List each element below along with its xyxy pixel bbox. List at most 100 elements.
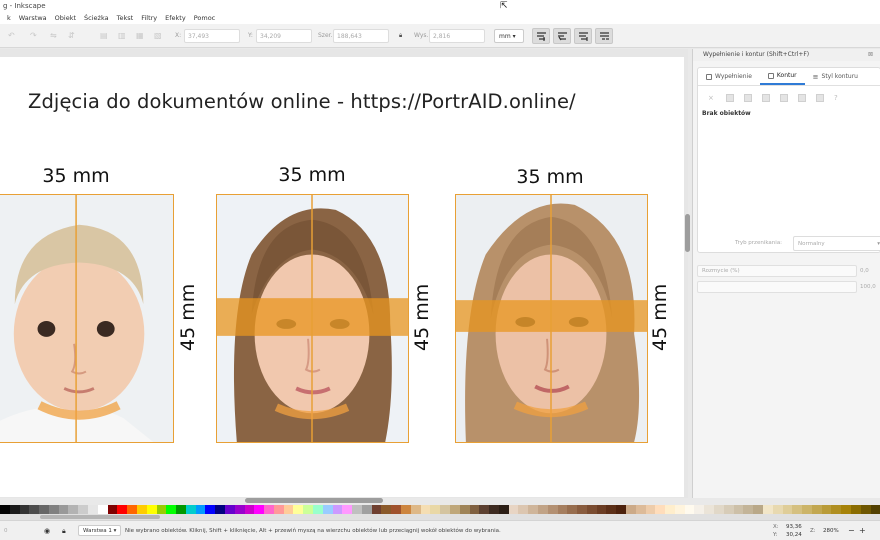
palette-swatch[interactable]	[821, 505, 832, 514]
palette-swatch[interactable]	[674, 505, 685, 514]
palette-swatch[interactable]	[58, 505, 69, 514]
palette-swatch[interactable]	[107, 505, 118, 514]
flip-horizontal-icon[interactable]: ⇋	[50, 29, 57, 43]
horizontal-scrollbar[interactable]	[245, 498, 383, 503]
palette-swatch[interactable]	[127, 505, 137, 514]
menu-item-text[interactable]: Tekst	[113, 13, 138, 24]
palette-swatch[interactable]	[0, 505, 10, 514]
photo-1-width-label[interactable]: 35 mm	[30, 165, 122, 187]
palette-swatch[interactable]	[772, 505, 783, 514]
palette-swatch[interactable]	[586, 505, 597, 514]
palette-swatch[interactable]	[224, 505, 235, 514]
width-field[interactable]: 188,643	[333, 29, 389, 43]
menu-item-layer[interactable]: Warstwa	[15, 13, 51, 24]
blend-mode-select[interactable]: Normalny ▾	[793, 236, 880, 251]
menu-item-path[interactable]: Ścieżka	[80, 13, 113, 24]
palette-swatch[interactable]	[254, 505, 265, 514]
palette-swatch[interactable]	[371, 505, 382, 514]
palette-swatch[interactable]	[381, 505, 392, 514]
scale-stroke-toggle[interactable]	[532, 28, 550, 44]
palette-swatch[interactable]	[97, 505, 108, 514]
unset-paint-icon[interactable]: ?	[834, 94, 842, 102]
palette-swatch[interactable]	[19, 505, 30, 514]
palette-swatch[interactable]	[508, 505, 519, 514]
palette-swatch[interactable]	[479, 505, 490, 514]
move-patterns-toggle[interactable]	[595, 28, 613, 44]
palette-swatch[interactable]	[792, 505, 803, 514]
palette-swatch[interactable]	[557, 505, 568, 514]
tab-stroke-paint[interactable]: Kontur	[759, 68, 805, 85]
palette-swatch[interactable]	[166, 505, 177, 514]
palette-swatch[interactable]	[498, 505, 509, 514]
height-field[interactable]: 2,816	[429, 29, 485, 43]
menu-item-object[interactable]: Obiekt	[51, 13, 80, 24]
photo-2-girl[interactable]	[216, 194, 409, 443]
raise-icon[interactable]: ▥	[118, 29, 126, 43]
palette-swatch[interactable]	[342, 505, 353, 514]
palette-swatch[interactable]	[489, 505, 499, 514]
flip-vertical-icon[interactable]: ⇵	[68, 29, 75, 43]
palette-swatch[interactable]	[68, 505, 79, 514]
rotate-cw-icon[interactable]: ↷	[30, 29, 37, 43]
palette-swatch[interactable]	[831, 505, 842, 514]
palette-swatch[interactable]	[860, 505, 871, 514]
palette-swatch[interactable]	[303, 505, 313, 514]
palette-swatch[interactable]	[518, 505, 529, 514]
menu-item-extensions[interactable]: Efekty	[161, 13, 190, 24]
swatch-button[interactable]	[816, 94, 824, 102]
lower-to-bottom-icon[interactable]: ▧	[154, 29, 162, 43]
palette-swatch[interactable]	[537, 505, 548, 514]
palette-swatch[interactable]	[176, 505, 186, 514]
unit-select[interactable]: mm ▾	[494, 29, 524, 43]
blur-value[interactable]: 0,0	[860, 265, 869, 277]
palette-swatch[interactable]	[802, 505, 812, 514]
tab-stroke-style[interactable]: ≡ Styl konturu	[805, 68, 866, 85]
tab-fill[interactable]: Wypełnienie	[698, 68, 760, 85]
eye-icon[interactable]: ◉	[44, 521, 50, 540]
palette-swatch[interactable]	[205, 505, 216, 514]
palette-swatch[interactable]	[352, 505, 362, 514]
palette-swatch[interactable]	[547, 505, 558, 514]
palette-swatch[interactable]	[293, 505, 304, 514]
palette-swatch[interactable]	[596, 505, 607, 514]
palette-swatch[interactable]	[762, 505, 773, 514]
palette-swatch[interactable]	[195, 505, 206, 514]
rotate-ccw-icon[interactable]: ↶	[8, 29, 15, 43]
raise-to-top-icon[interactable]: ▤	[100, 29, 108, 43]
palette-swatch[interactable]	[841, 505, 851, 514]
palette-swatch[interactable]	[136, 505, 147, 514]
close-icon[interactable]: ⊠	[868, 49, 873, 61]
photo-3-height-label[interactable]: 45 mm	[649, 284, 671, 351]
palette-swatch[interactable]	[29, 505, 40, 514]
palette-swatch[interactable]	[244, 505, 255, 514]
x-field[interactable]: 37,493	[184, 29, 240, 43]
palette-swatch[interactable]	[704, 505, 715, 514]
palette-swatch[interactable]	[616, 505, 626, 514]
palette-swatch[interactable]	[322, 505, 333, 514]
lock-layer-icon[interactable]: 🔒︎	[62, 521, 66, 540]
palette-swatch[interactable]	[743, 505, 754, 514]
palette-swatch[interactable]	[146, 505, 157, 514]
palette-swatch[interactable]	[401, 505, 411, 514]
scale-corners-toggle[interactable]	[553, 28, 571, 44]
palette-swatch[interactable]	[117, 505, 128, 514]
palette-swatch[interactable]	[723, 505, 734, 514]
photo-3-width-label[interactable]: 35 mm	[504, 166, 596, 188]
zoom-value[interactable]: 280%	[823, 521, 839, 540]
palette-swatch[interactable]	[410, 505, 421, 514]
mesh-gradient-button[interactable]	[780, 94, 788, 102]
photo-2-width-label[interactable]: 35 mm	[266, 164, 358, 186]
palette-swatch[interactable]	[156, 505, 167, 514]
radial-gradient-button[interactable]	[762, 94, 770, 102]
photo-1-height-label[interactable]: 45 mm	[177, 284, 199, 351]
blur-slider[interactable]: Rozmycie (%)	[697, 265, 857, 277]
palette-scroll-thumb[interactable]	[40, 515, 160, 519]
palette-swatch[interactable]	[313, 505, 323, 514]
palette-swatch[interactable]	[78, 505, 89, 514]
palette-swatch[interactable]	[264, 505, 274, 514]
palette-swatch[interactable]	[626, 505, 636, 514]
palette-swatch[interactable]	[733, 505, 744, 514]
palette-swatch[interactable]	[850, 505, 861, 514]
palette-swatch[interactable]	[567, 505, 578, 514]
palette-swatch[interactable]	[215, 505, 225, 514]
